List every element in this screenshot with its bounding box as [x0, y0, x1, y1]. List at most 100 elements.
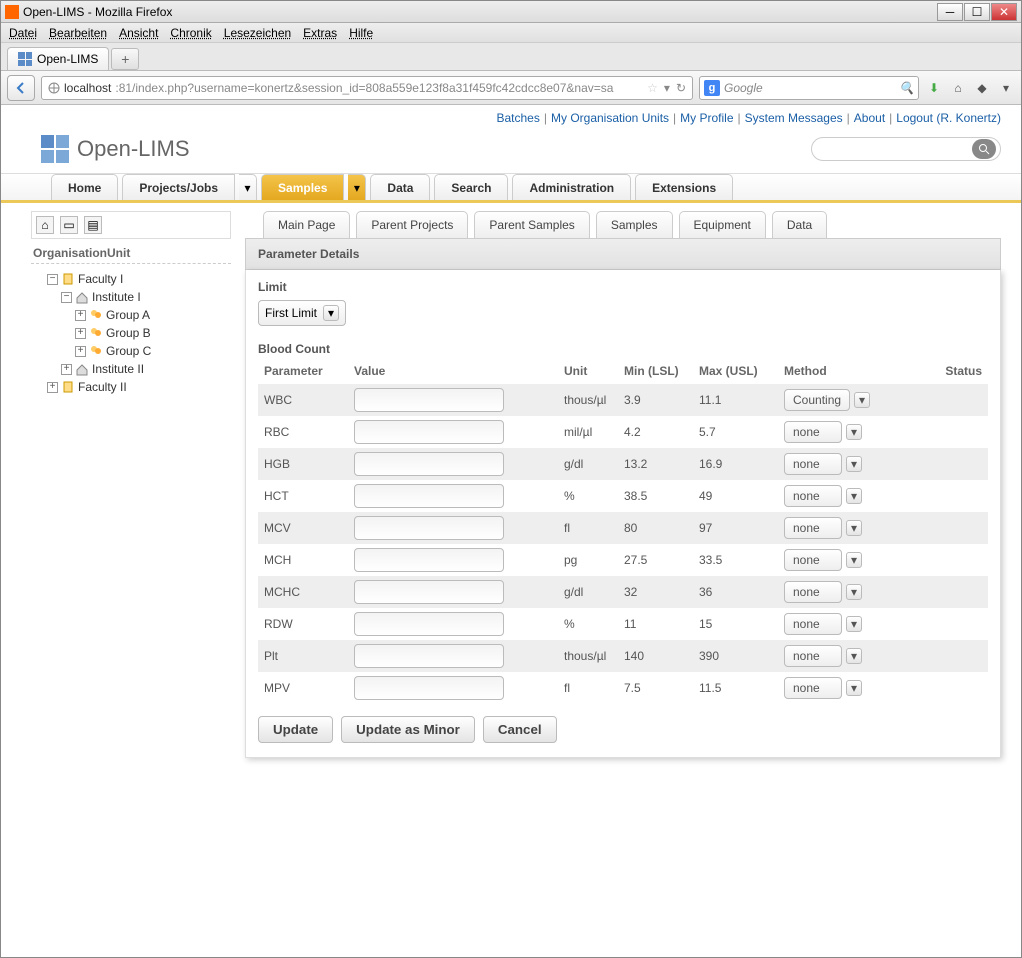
browser-tab[interactable]: Open-LIMS [7, 47, 109, 70]
home-icon[interactable]: ⌂ [949, 79, 967, 97]
menu-history[interactable]: Chronik [170, 26, 211, 40]
nav-dropdown-icon[interactable]: ▾ [348, 174, 366, 200]
nav-data[interactable]: Data [370, 174, 430, 200]
nav-dropdown-icon[interactable]: ▾ [239, 174, 257, 200]
method-select[interactable]: none [784, 485, 842, 507]
dropdown-icon[interactable]: ▾ [664, 81, 670, 95]
sidebar-doc-icon[interactable]: ▤ [84, 216, 102, 234]
tree-groupC[interactable]: +Group C [75, 342, 231, 360]
value-input[interactable] [354, 612, 504, 636]
value-input[interactable] [354, 548, 504, 572]
value-input[interactable] [354, 388, 504, 412]
new-tab-button[interactable]: + [111, 48, 139, 70]
subtab-parent-samples[interactable]: Parent Samples [474, 211, 589, 238]
method-select[interactable]: none [784, 645, 842, 667]
value-input[interactable] [354, 644, 504, 668]
search-button[interactable] [972, 139, 996, 159]
nav-samples[interactable]: Samples [261, 174, 344, 200]
expand-icon[interactable]: + [75, 346, 86, 357]
minimize-button[interactable]: ─ [937, 3, 963, 21]
chevron-down-icon[interactable]: ▾ [846, 424, 862, 440]
chevron-down-icon[interactable]: ▾ [846, 680, 862, 696]
method-select[interactable]: none [784, 581, 842, 603]
tree-institute2[interactable]: +Institute II [61, 360, 231, 378]
collapse-icon[interactable]: − [61, 292, 72, 303]
method-select[interactable]: none [784, 677, 842, 699]
addon-icon[interactable]: ◆ [973, 79, 991, 97]
subtab-main-page[interactable]: Main Page [263, 211, 350, 238]
tree-institute1[interactable]: −Institute I [61, 288, 231, 306]
nav-administration[interactable]: Administration [512, 174, 631, 200]
value-input[interactable] [354, 420, 504, 444]
menu-extras[interactable]: Extras [303, 26, 337, 40]
link-about[interactable]: About [854, 111, 885, 125]
method-select[interactable]: none [784, 517, 842, 539]
close-button[interactable]: ✕ [991, 3, 1017, 21]
chevron-down-icon[interactable]: ▾ [323, 305, 339, 321]
maximize-button[interactable]: ☐ [964, 3, 990, 21]
reload-icon[interactable]: ↻ [676, 81, 686, 95]
method-select[interactable]: none [784, 549, 842, 571]
link-orgunits[interactable]: My Organisation Units [551, 111, 669, 125]
menu-edit[interactable]: Bearbeiten [49, 26, 107, 40]
nav-projectsjobs[interactable]: Projects/Jobs [122, 174, 235, 200]
link-batches[interactable]: Batches [497, 111, 540, 125]
subtab-parent-projects[interactable]: Parent Projects [356, 211, 468, 238]
chevron-down-icon[interactable]: ▾ [846, 552, 862, 568]
back-button[interactable] [7, 75, 35, 101]
chevron-down-icon[interactable]: ▾ [846, 488, 862, 504]
tree-faculty1[interactable]: −Faculty I [47, 270, 231, 288]
tree-groupA[interactable]: +Group A [75, 306, 231, 324]
expand-icon[interactable]: + [61, 364, 72, 375]
subtab-samples[interactable]: Samples [596, 211, 673, 238]
method-select[interactable]: Counting [784, 389, 850, 411]
cell-param: Plt [258, 640, 348, 672]
update-minor-button[interactable]: Update as Minor [341, 716, 475, 743]
value-input[interactable] [354, 676, 504, 700]
url-bar[interactable]: localhost:81/index.php?username=konertz&… [41, 76, 693, 100]
update-button[interactable]: Update [258, 716, 333, 743]
subtab-data[interactable]: Data [772, 211, 827, 238]
menu-bookmarks[interactable]: Lesezeichen [224, 26, 291, 40]
menu-help[interactable]: Hilfe [349, 26, 373, 40]
subtab-equipment[interactable]: Equipment [679, 211, 766, 238]
chevron-down-icon[interactable]: ▾ [846, 520, 862, 536]
link-messages[interactable]: System Messages [745, 111, 843, 125]
menu-dropdown-icon[interactable]: ▾ [997, 79, 1015, 97]
link-myprofile[interactable]: My Profile [680, 111, 733, 125]
tree-faculty2[interactable]: +Faculty II [47, 378, 231, 396]
expand-icon[interactable]: + [47, 382, 58, 393]
nav-home[interactable]: Home [51, 174, 118, 200]
app-search[interactable] [811, 137, 1001, 161]
method-select[interactable]: none [784, 453, 842, 475]
nav-search[interactable]: Search [434, 174, 508, 200]
chevron-down-icon[interactable]: ▾ [846, 456, 862, 472]
sidebar-window-icon[interactable]: ▭ [60, 216, 78, 234]
link-logout[interactable]: Logout (R. Konertz) [896, 111, 1001, 125]
chevron-down-icon[interactable]: ▾ [846, 616, 862, 632]
expand-icon[interactable]: + [75, 310, 86, 321]
app-logo[interactable]: Open-LIMS [41, 135, 190, 163]
limit-select[interactable]: First Limit ▾ [258, 300, 346, 326]
menu-view[interactable]: Ansicht [119, 26, 158, 40]
collapse-icon[interactable]: − [47, 274, 58, 285]
nav-extensions[interactable]: Extensions [635, 174, 733, 200]
expand-icon[interactable]: + [75, 328, 86, 339]
method-select[interactable]: none [784, 613, 842, 635]
chevron-down-icon[interactable]: ▾ [846, 648, 862, 664]
download-icon[interactable]: ⬇ [925, 79, 943, 97]
chevron-down-icon[interactable]: ▾ [846, 584, 862, 600]
menu-file[interactable]: Datei [9, 26, 37, 40]
value-input[interactable] [354, 484, 504, 508]
search-icon[interactable]: 🔍 [899, 81, 914, 95]
sidebar-home-icon[interactable]: ⌂ [36, 216, 54, 234]
value-input[interactable] [354, 452, 504, 476]
chevron-down-icon[interactable]: ▾ [854, 392, 870, 408]
star-icon[interactable]: ☆ [647, 81, 658, 95]
cancel-button[interactable]: Cancel [483, 716, 557, 743]
value-input[interactable] [354, 516, 504, 540]
value-input[interactable] [354, 580, 504, 604]
tree-groupB[interactable]: +Group B [75, 324, 231, 342]
method-select[interactable]: none [784, 421, 842, 443]
browser-search[interactable]: g Google 🔍 [699, 76, 919, 100]
